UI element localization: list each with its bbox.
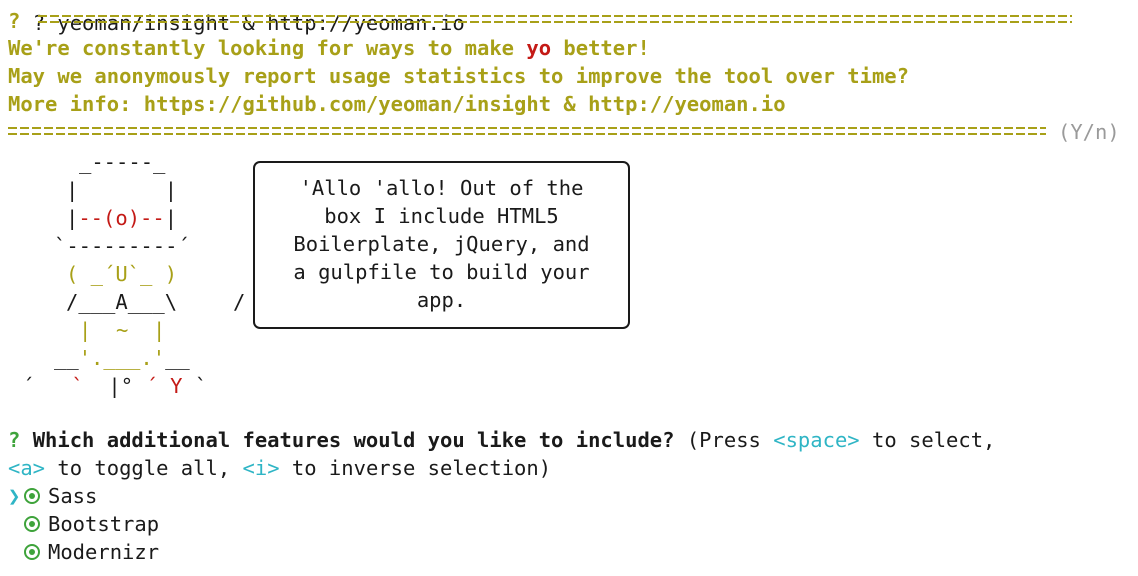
insight-line-1-end: better! (551, 36, 650, 60)
key-i: <i> (242, 456, 280, 480)
cut-off-line: ? yeoman/insight & http://yeoman.io (8, 0, 465, 35)
yeoman-body: /___A___\ (66, 290, 178, 314)
bubble-pointer-slash: / (233, 290, 246, 314)
yeoman-feet: __'.___.'__ (54, 346, 190, 370)
yeoman-legs: | ~ | (79, 318, 166, 342)
top-rule-2 (38, 21, 1072, 23)
feature-label: Modernizr (48, 540, 160, 564)
key-a: <a> (8, 456, 46, 480)
pointer-spacer (8, 510, 24, 538)
yo-brand: yo (526, 36, 552, 60)
insight-line-1: We're constantly looking for ways to mak… (8, 34, 650, 62)
feature-option-bootstrap[interactable]: Bootstrap (8, 510, 159, 538)
prompt-question-mark: ? (8, 9, 21, 33)
hint-inverse: to inverse selection) (279, 456, 552, 480)
speech-bubble-line: a gulpfile to build your (293, 260, 590, 284)
yeoman-face: |--(o)--| (66, 206, 178, 230)
speech-bubble-line: Boilerplate, jQuery, and (293, 232, 590, 256)
selected-circle-icon (24, 488, 40, 504)
pointer-spacer (8, 538, 24, 566)
selected-circle-icon (24, 544, 40, 560)
feature-option-sass[interactable]: ❯ Sass (8, 482, 97, 510)
selected-circle-icon (24, 516, 40, 532)
speech-bubble-line: box I include HTML5 (324, 204, 559, 228)
question-mark: ? (8, 428, 21, 452)
yeoman-hat: _-----_ (79, 150, 166, 174)
features-question: ? Which additional features would you li… (8, 426, 995, 454)
hint-toggle-all: to toggle all, (45, 456, 243, 480)
insight-line-1-text: We're constantly looking for ways to mak… (8, 36, 527, 60)
yeoman-head-sides: | | (66, 178, 178, 202)
key-space: <space> (773, 428, 860, 452)
insight-choice[interactable]: (Y/n) (1058, 118, 1120, 146)
insight-line-2: May we anonymously report usage statisti… (8, 64, 909, 88)
bottom-rule-1 (8, 127, 1046, 129)
hint-select: to select, (859, 428, 996, 452)
feature-option-modernizr[interactable]: Modernizr (8, 538, 159, 566)
question-text: Which additional features would you like… (32, 428, 675, 452)
speech-bubble-line: app. (416, 288, 467, 312)
speech-bubble-line: 'Allo 'allo! Out of the (299, 176, 584, 200)
insight-line-3: More info: https://github.com/yeoman/ins… (8, 92, 786, 116)
yeoman-mouth: ( _´U`_ ) (66, 262, 178, 286)
cursor-pointer-icon: ❯ (8, 484, 21, 508)
yeoman-base: ´ ` |° ´ Y ` (22, 374, 208, 398)
yeoman-brim: `---------´ (54, 234, 190, 258)
feature-label: Bootstrap (48, 512, 160, 536)
features-hint: <a> to toggle all, <i> to inverse select… (8, 454, 551, 482)
hint-press: (Press (674, 428, 774, 452)
top-rule-1 (38, 15, 1072, 17)
feature-label: Sass (48, 484, 98, 508)
bottom-rule-2 (8, 133, 1046, 135)
